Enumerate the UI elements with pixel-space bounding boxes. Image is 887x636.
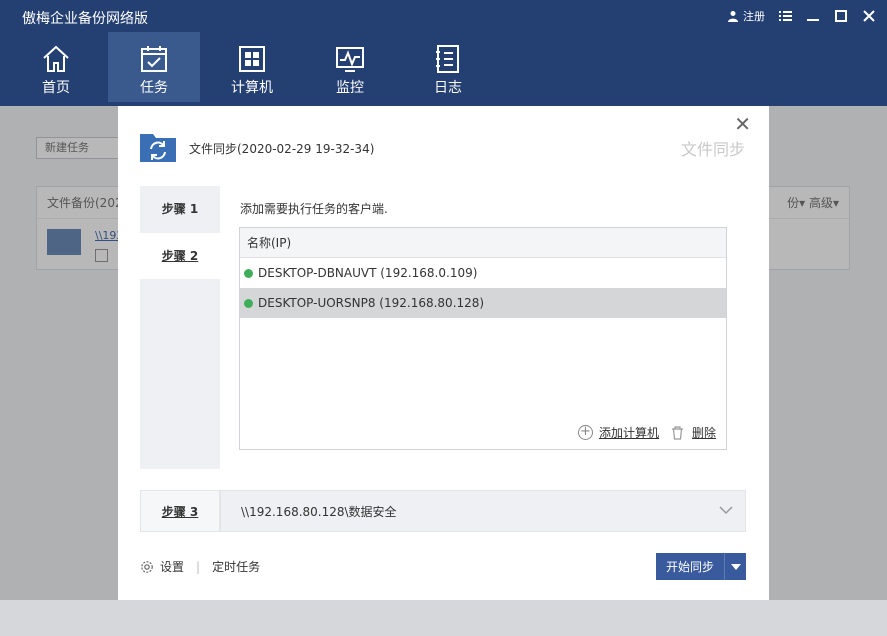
add-computer-label: 添加计算机	[598, 426, 659, 440]
maximize-button[interactable]	[833, 8, 849, 24]
client-list-header: 名称(IP)	[240, 228, 726, 258]
user-icon	[728, 11, 738, 22]
monitor-icon	[336, 47, 364, 72]
schedule-button[interactable]: 定时任务	[212, 558, 260, 575]
dialog-footer-links: 设置 | 定时任务	[140, 558, 260, 575]
file-sync-dialog: ✕ 文件同步(2020-02-29 19-32-34) 文件同步 步骤 1 步骤…	[118, 106, 769, 600]
footer-separator: |	[196, 559, 201, 574]
nav-log-label: 日志	[434, 80, 462, 96]
home-icon	[43, 45, 69, 72]
delete-button[interactable]: 删除	[671, 424, 716, 441]
close-window-button[interactable]	[861, 8, 877, 24]
nav-computer[interactable]: 计算机	[206, 32, 298, 102]
start-sync-button[interactable]: 开始同步	[656, 558, 724, 575]
client-list: 名称(IP) DESKTOP-DBNAUVT (192.168.0.109) D…	[239, 227, 727, 450]
start-sync-dropdown[interactable]	[724, 553, 746, 580]
step-description: 添加需要执行任务的客户端.	[240, 202, 388, 216]
top-header: 傲梅企业备份网络版 注册 首页 任务 计算机 监控 日志	[0, 0, 887, 106]
step-2-content: 添加需要执行任务的客户端. 名称(IP) DESKTOP-DBNAUVT (19…	[220, 186, 746, 469]
client-row[interactable]: DESKTOP-DBNAUVT (192.168.0.109)	[240, 258, 726, 288]
nav-home-label: 首页	[42, 80, 70, 96]
delete-label: 删除	[691, 426, 716, 440]
status-bar	[0, 600, 887, 636]
trash-icon	[671, 425, 683, 440]
main-nav: 首页 任务 计算机 监控 日志	[10, 32, 500, 102]
log-icon	[436, 45, 459, 73]
online-status-icon	[244, 269, 253, 278]
chevron-down-icon	[719, 506, 733, 515]
dialog-close-button[interactable]: ✕	[734, 112, 751, 136]
minimize-button[interactable]	[805, 8, 821, 24]
add-computer-button[interactable]: + 添加计算机	[577, 424, 659, 441]
dialog-type-label: 文件同步	[680, 140, 745, 159]
client-row-selected[interactable]: DESKTOP-UORSNP8 (192.168.80.128)	[240, 288, 726, 318]
start-sync-button-group: 开始同步	[656, 553, 746, 580]
nav-log[interactable]: 日志	[402, 32, 494, 102]
add-circle-icon: +	[577, 425, 593, 440]
dialog-title: 文件同步(2020-02-29 19-32-34)	[189, 142, 375, 156]
settings-button[interactable]: 设置	[140, 558, 184, 575]
app-title: 傲梅企业备份网络版	[22, 11, 148, 27]
client-name: DESKTOP-DBNAUVT (192.168.0.109)	[258, 266, 478, 280]
window-controls: 注册	[727, 8, 877, 24]
caret-down-icon	[730, 563, 741, 570]
client-list-actions: + 添加计算机 删除	[577, 424, 716, 441]
menu-icon[interactable]	[777, 8, 793, 24]
folder-sync-icon	[140, 134, 176, 162]
computer-icon	[239, 46, 265, 72]
nav-home[interactable]: 首页	[10, 32, 102, 102]
target-path: \\192.168.80.128\数据安全	[241, 505, 397, 519]
client-name: DESKTOP-UORSNP8 (192.168.80.128)	[258, 296, 485, 310]
step-1-tab[interactable]: 步骤 1	[140, 186, 220, 230]
register-label: 注册	[743, 10, 765, 23]
nav-monitor-label: 监控	[336, 80, 364, 96]
step-3-tab[interactable]: 步骤 3	[140, 490, 220, 532]
schedule-label: 定时任务	[212, 560, 261, 574]
nav-computer-label: 计算机	[231, 80, 273, 96]
nav-task-label: 任务	[140, 80, 168, 96]
nav-monitor[interactable]: 监控	[304, 32, 396, 102]
register-button[interactable]: 注册	[727, 8, 765, 24]
gear-icon	[141, 560, 153, 573]
task-icon	[141, 46, 167, 72]
online-status-icon	[244, 299, 253, 308]
step-2-tab[interactable]: 步骤 2	[140, 233, 220, 279]
target-path-selector[interactable]: \\192.168.80.128\数据安全	[220, 490, 746, 532]
nav-task[interactable]: 任务	[108, 32, 200, 102]
settings-label: 设置	[160, 560, 185, 574]
